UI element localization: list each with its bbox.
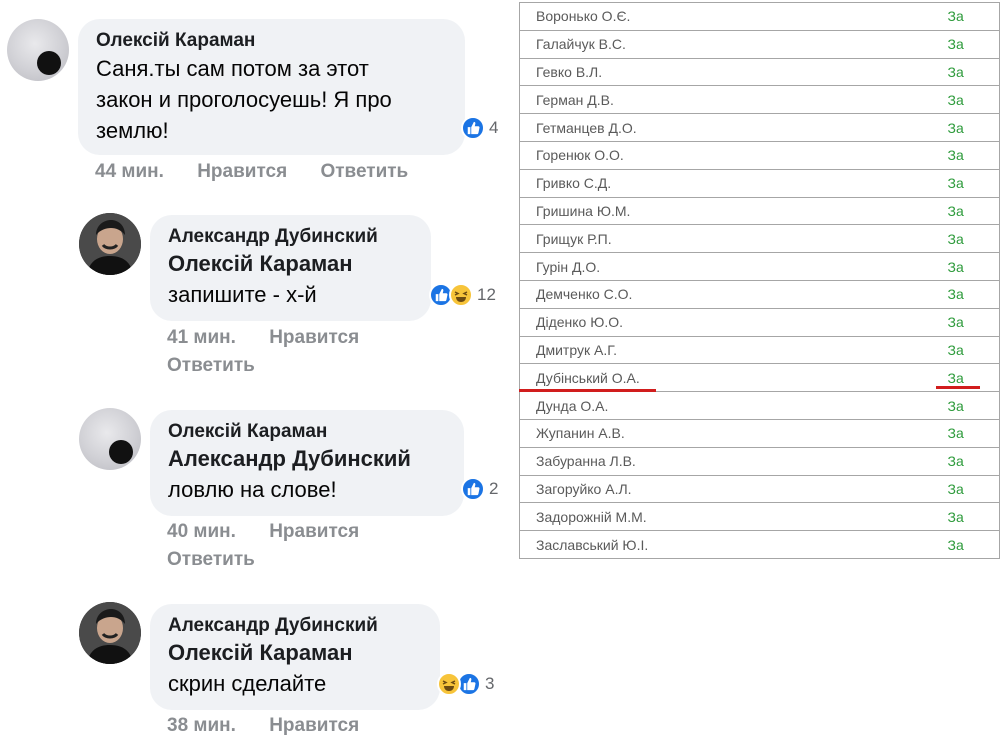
deputy-name: Демченко С.О. <box>536 286 633 303</box>
vote-result: За <box>947 202 964 219</box>
vote-result: За <box>947 286 964 303</box>
deputy-name: Задорожній М.М. <box>536 508 647 525</box>
vote-row: Дунда О.А. За <box>519 391 1000 420</box>
vote-result: За <box>947 480 964 497</box>
vote-row: Дмитрук А.Г. За <box>519 336 1000 364</box>
deputy-name: Заславський Ю.І. <box>536 536 649 553</box>
deputy-name: Гурін Д.О. <box>536 258 601 275</box>
timestamp[interactable]: 38 мин. <box>167 715 236 736</box>
vote-row: Воронько О.Є. За <box>519 2 1000 31</box>
vote-result: За <box>947 536 964 553</box>
deputy-name: Дубінський О.А. <box>536 369 640 386</box>
deputy-name: Воронько О.Є. <box>536 8 631 25</box>
vote-row: Діденко Ю.О. За <box>519 308 1000 337</box>
comment-meta: 38 мин. Нравится <box>167 712 427 740</box>
vote-result: За <box>947 147 964 164</box>
vote-result: За <box>947 314 964 331</box>
deputy-name: Галайчук В.С. <box>536 36 626 53</box>
highlight-underline-result <box>936 386 980 389</box>
vote-row: Горенюк О.О. За <box>519 141 1000 170</box>
comment-author[interactable]: Александр Дубинский <box>168 614 424 638</box>
deputy-name: Гривко С.Д. <box>536 175 612 192</box>
vote-results-body: Воронько О.Є. За Галайчук В.С. За Гевко В.Л.… <box>519 2 1000 559</box>
vote-result: За <box>947 8 964 25</box>
comment-bubble: Александр Дубинский Олексій Караман скри… <box>150 604 440 710</box>
deputy-name: Забуранна Л.В. <box>536 453 636 470</box>
vote-result: За <box>947 119 964 136</box>
vote-result: За <box>947 397 964 414</box>
deputy-name: Горенюк О.О. <box>536 147 624 164</box>
vote-result: За <box>947 91 964 108</box>
haha-reaction-icon <box>437 672 461 696</box>
deputy-name: Герман Д.В. <box>536 91 614 108</box>
vote-row: Жупанин А.В. За <box>519 419 1000 448</box>
vote-row: Гетманцев Д.О. За <box>519 113 1000 142</box>
vote-result: За <box>947 230 964 247</box>
avatar[interactable] <box>79 602 141 664</box>
highlight-underline-name <box>519 389 656 392</box>
mention-link[interactable]: Олексій Караман <box>168 638 424 668</box>
vote-row: Гевко В.Л. За <box>519 58 1000 86</box>
vote-row: Гурін Д.О. За <box>519 252 1000 281</box>
vote-result: За <box>947 341 964 358</box>
vote-row: Галайчук В.С. За <box>519 30 1000 59</box>
comment-4: Александр Дубинский Олексій Караман скри… <box>0 0 515 745</box>
like-button[interactable]: Нравится <box>269 715 359 736</box>
deputy-name: Загоруйко А.Л. <box>536 480 632 497</box>
vote-result: За <box>947 425 964 442</box>
reactions[interactable]: 3 <box>437 672 494 696</box>
vote-row: Гривко С.Д. За <box>519 169 1000 198</box>
vote-row: Герман Д.В. За <box>519 85 1000 114</box>
deputy-name: Гришина Ю.М. <box>536 202 631 219</box>
deputy-name: Гевко В.Л. <box>536 63 603 80</box>
vote-row: Грищук Р.П. За <box>519 224 1000 253</box>
vote-row: Задорожній М.М. За <box>519 502 1000 531</box>
deputy-name: Гетманцев Д.О. <box>536 119 637 136</box>
deputy-name: Дунда О.А. <box>536 397 609 414</box>
vote-result: За <box>947 453 964 470</box>
reaction-count: 3 <box>485 674 495 693</box>
vote-row: Демченко С.О. За <box>519 280 1000 309</box>
vote-result: За <box>947 36 964 53</box>
vote-row: Загоруйко А.Л. За <box>519 475 1000 503</box>
vote-row: Заславський Ю.І. За <box>519 530 1000 559</box>
vote-result: За <box>947 63 964 80</box>
deputy-name: Грищук Р.П. <box>536 230 612 247</box>
vote-result: За <box>947 508 964 525</box>
vote-row: Гришина Ю.М. За <box>519 197 1000 225</box>
deputy-name: Жупанин А.В. <box>536 425 625 442</box>
vote-row: Дубінський О.А. За <box>519 363 1000 392</box>
vote-result: За <box>947 175 964 192</box>
comment-text: скрин сделайте <box>168 671 327 696</box>
deputy-name: Діденко Ю.О. <box>536 314 624 331</box>
vote-row: Забуранна Л.В. За <box>519 447 1000 476</box>
deputy-name: Дмитрук А.Г. <box>536 341 617 358</box>
vote-result: За <box>947 258 964 275</box>
vote-results-table: Воронько О.Є. За Галайчук В.С. За Гевко В.Л.… <box>519 2 1000 559</box>
